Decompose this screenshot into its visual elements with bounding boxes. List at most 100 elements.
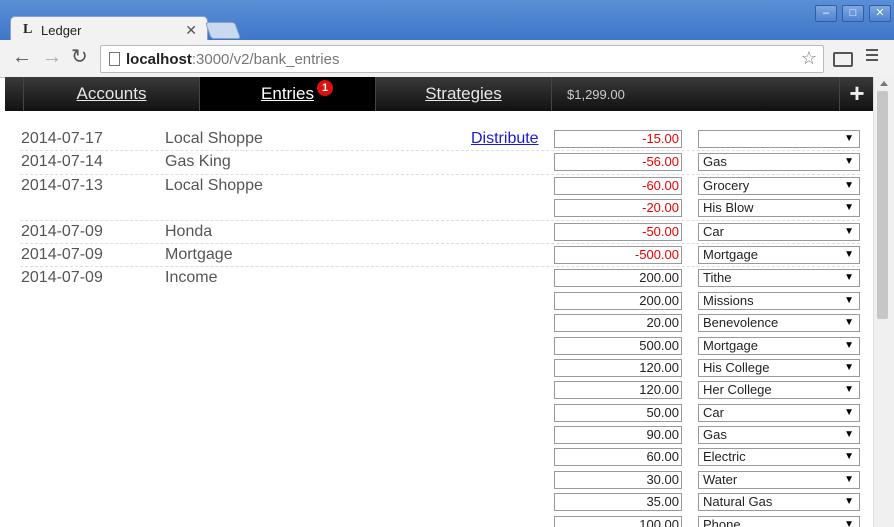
- nav-strategies[interactable]: Strategies: [375, 77, 551, 111]
- dropdown-arrow-icon: ▼: [844, 339, 854, 351]
- dropdown-arrow-icon: ▼: [844, 248, 854, 260]
- reload-icon[interactable]: ↻: [71, 47, 88, 67]
- nav-entries[interactable]: Entries 1: [199, 77, 375, 111]
- url-path: :3000/v2/bank_entries: [191, 51, 340, 68]
- category-select[interactable]: Her College ▼: [698, 381, 860, 400]
- browser-toolbar: ← → ↻ localhost:3000/v2/bank_entries ☆: [0, 40, 894, 78]
- category-select[interactable]: Natural Gas ▼: [698, 493, 860, 512]
- bookmark-star-icon[interactable]: ☆: [801, 48, 817, 69]
- amount-input[interactable]: 500.00: [554, 336, 682, 355]
- dropdown-arrow-icon: ▼: [844, 496, 854, 508]
- category-select[interactable]: Gas ▼: [698, 153, 860, 172]
- dropdown-arrow-icon: ▼: [844, 225, 854, 237]
- category-select[interactable]: Grocery ▼: [698, 176, 860, 195]
- category-value: Tithe: [703, 270, 732, 286]
- back-arrow-icon[interactable]: ←: [12, 47, 32, 67]
- amount-input[interactable]: 60.00: [554, 448, 682, 467]
- amount-input[interactable]: 90.00: [554, 426, 682, 445]
- amount-input[interactable]: -56.00: [554, 153, 682, 172]
- category-value: Car: [703, 223, 724, 239]
- category-select[interactable]: Missions ▼: [698, 291, 860, 310]
- scroll-thumb[interactable]: [877, 91, 888, 319]
- split-row: 120.00 His College ▼: [20, 357, 860, 379]
- category-value: Phone: [703, 516, 741, 527]
- amount-input[interactable]: -60.00: [554, 176, 682, 195]
- amount-input[interactable]: -500.00: [554, 245, 682, 264]
- amount-input[interactable]: 100.00: [554, 515, 682, 527]
- entry-row: 2014-07-17 Local Shoppe Distribute -15.00 ▼: [20, 128, 860, 152]
- dropdown-arrow-icon: ▼: [844, 406, 854, 418]
- dropdown-arrow-icon: ▼: [844, 518, 854, 527]
- menu-icon[interactable]: [866, 49, 878, 64]
- cast-icon[interactable]: [833, 52, 853, 67]
- amount-input[interactable]: 35.00: [554, 493, 682, 512]
- window-close-button[interactable]: ✕: [869, 5, 891, 22]
- amount-input[interactable]: -50.00: [554, 222, 682, 241]
- new-tab-button[interactable]: [204, 22, 242, 39]
- category-select[interactable]: Electric ▼: [698, 448, 860, 467]
- category-select[interactable]: His Blow ▼: [698, 199, 860, 218]
- dropdown-arrow-icon: ▼: [844, 473, 854, 485]
- dropdown-arrow-icon: ▼: [844, 317, 854, 329]
- split-row: 200.00 Missions ▼: [20, 290, 860, 312]
- split-row: -20.00 His Blow ▼: [20, 197, 860, 219]
- category-value: Benevolence: [703, 315, 779, 331]
- entry-row: 2014-07-09 Honda -50.00 Car ▼: [20, 221, 860, 244]
- category-select[interactable]: His College ▼: [698, 358, 860, 377]
- category-value: Gas: [703, 154, 727, 170]
- category-select[interactable]: Mortgage ▼: [698, 336, 860, 355]
- split-row: 30.00 Water ▼: [20, 469, 860, 491]
- amount-input[interactable]: 30.00: [554, 470, 682, 489]
- address-bar[interactable]: localhost:3000/v2/bank_entries ☆: [100, 45, 824, 73]
- page-scrollbar[interactable]: [873, 77, 894, 527]
- category-select[interactable]: Car ▼: [698, 403, 860, 422]
- dropdown-arrow-icon: ▼: [844, 272, 854, 284]
- entry-row: 2014-07-13 Local Shoppe -60.00 Grocery ▼ -20.…: [20, 175, 860, 221]
- split-row: 200.00 Tithe ▼: [20, 267, 860, 289]
- amount-input[interactable]: 20.00: [554, 314, 682, 333]
- add-button[interactable]: +: [839, 77, 874, 111]
- category-select[interactable]: Mortgage ▼: [698, 245, 860, 264]
- amount-input[interactable]: 120.00: [554, 381, 682, 400]
- category-value: Car: [703, 404, 724, 420]
- category-select[interactable]: ▼: [698, 130, 860, 148]
- dropdown-arrow-icon: ▼: [844, 361, 854, 373]
- scroll-up-arrow-icon[interactable]: [880, 81, 888, 86]
- dropdown-arrow-icon: ▼: [844, 179, 854, 191]
- maximize-button[interactable]: □: [842, 5, 864, 22]
- amount-input[interactable]: 200.00: [554, 269, 682, 288]
- forward-arrow-icon[interactable]: →: [42, 47, 62, 67]
- dropdown-arrow-icon: ▼: [844, 156, 854, 168]
- close-icon[interactable]: ✕: [185, 22, 197, 39]
- split-row: 35.00 Natural Gas ▼: [20, 491, 860, 513]
- category-value: Water: [703, 471, 738, 487]
- split-row: 20.00 Benevolence ▼: [20, 312, 860, 334]
- ledger-favicon-icon: L: [23, 22, 33, 37]
- category-value: Grocery: [703, 177, 750, 193]
- category-select[interactable]: Car ▼: [698, 222, 860, 241]
- dropdown-arrow-icon: ▼: [844, 202, 854, 214]
- amount-input[interactable]: 200.00: [554, 291, 682, 310]
- category-select[interactable]: Gas ▼: [698, 426, 860, 445]
- amount-input[interactable]: 50.00: [554, 403, 682, 422]
- split-row: 90.00 Gas ▼: [20, 424, 860, 446]
- account-balance: $1,299.00: [551, 77, 842, 111]
- entries-count-badge: 1: [317, 80, 333, 96]
- nav-accounts[interactable]: Accounts: [23, 77, 199, 111]
- category-select[interactable]: Tithe ▼: [698, 269, 860, 288]
- app-navbar: Accounts Entries 1 Strategies $1,299.00 …: [5, 77, 873, 111]
- category-value: His College: [703, 359, 770, 375]
- dropdown-arrow-icon: ▼: [844, 429, 854, 441]
- amount-input[interactable]: 120.00: [554, 358, 682, 377]
- split-row: 100.00 Phone ▼: [20, 514, 860, 527]
- minimize-button[interactable]: –: [815, 5, 837, 22]
- category-select[interactable]: Benevolence ▼: [698, 314, 860, 333]
- split-row: 500.00 Mortgage ▼: [20, 335, 860, 357]
- amount-input[interactable]: -15.00: [554, 130, 682, 148]
- category-select[interactable]: Phone ▼: [698, 515, 860, 527]
- amount-input[interactable]: -20.00: [554, 199, 682, 218]
- split-row: 120.00 Her College ▼: [20, 379, 860, 401]
- category-select[interactable]: Water ▼: [698, 470, 860, 489]
- category-value: His Blow: [703, 200, 754, 216]
- url-text[interactable]: localhost:3000/v2/bank_entries: [126, 51, 339, 68]
